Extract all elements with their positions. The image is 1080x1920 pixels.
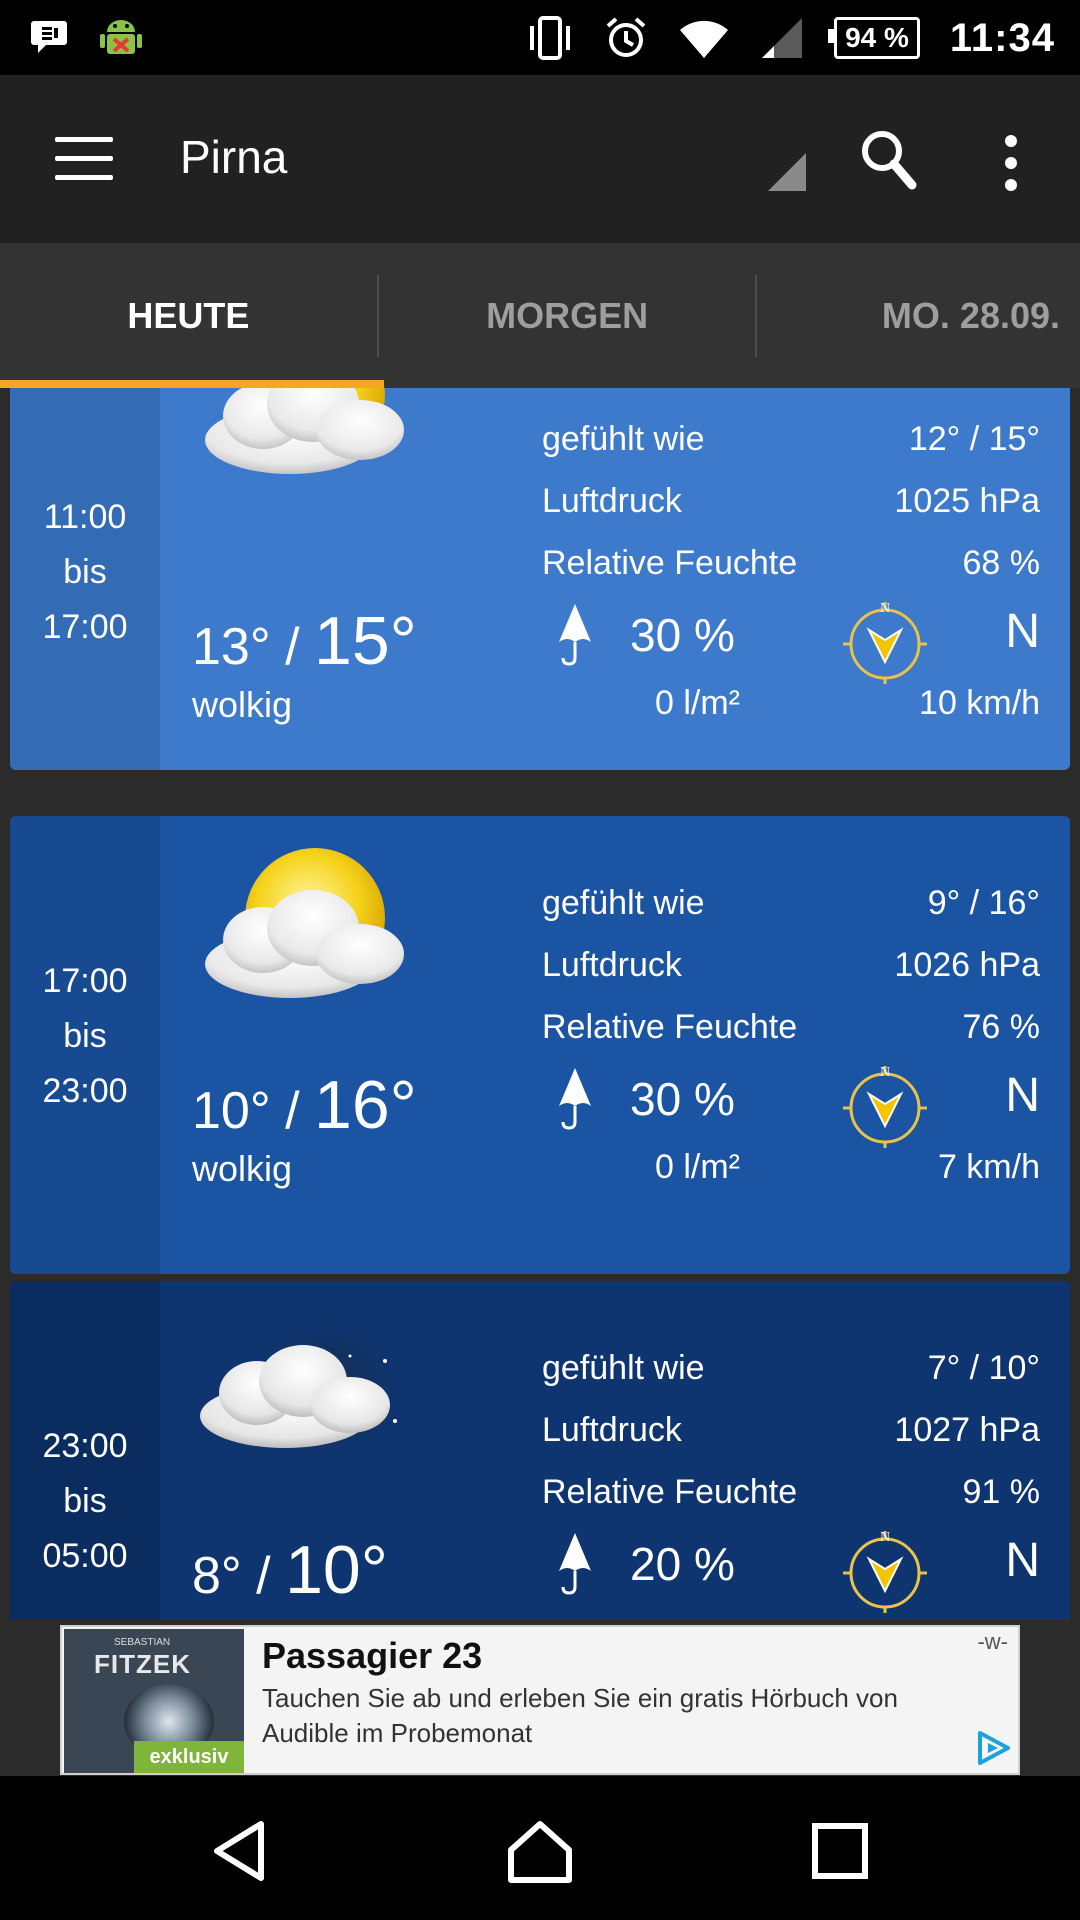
forecast-period-card[interactable]: 23:00 bis 05:00 8° / 10° gefühlt wie 7° … [10,1281,1070,1620]
ad-cover-author: FITZEK [94,1649,191,1679]
city-dropdown-icon[interactable] [768,153,806,191]
pressure-label: Luftdruck [542,1411,682,1449]
svg-text:N: N [880,1530,890,1545]
felt-value: 9° / 16° [927,884,1040,922]
pressure-value: 1027 hPa [894,1411,1040,1449]
humidity-value: 76 % [962,1008,1041,1046]
compass-icon: N [843,1530,927,1613]
recents-icon[interactable] [805,1816,875,1886]
ad-marker: -w- [977,1629,1008,1654]
felt-value: 7° / 10° [927,1349,1040,1387]
wind-speed: 10 km/h [919,684,1040,722]
status-bar: 94 % 11:34 [0,0,1080,75]
temperature-range: 13° / 15° [192,603,417,679]
period-to: 05:00 [42,1537,128,1575]
period-bis: bis [63,553,107,591]
wifi-icon [680,20,729,58]
ad-cover-ribbon: exklusiv [134,1741,244,1773]
forecast-period-card[interactable]: 17:00 bis 23:00 10° / 16° wolkig gefühlt… [10,816,1070,1274]
svg-text:N: N [880,1065,890,1080]
partly-cloudy-sun-icon [185,388,445,502]
rain-probability: 30 % [630,1073,735,1125]
umbrella-icon [559,1068,591,1130]
humidity-value: 68 % [962,544,1041,582]
humidity-label: Relative Feuchte [542,1008,798,1046]
pressure-value: 1026 hPa [894,946,1040,984]
search-icon[interactable] [858,127,918,191]
signal-icon [762,18,803,58]
ad-book-cover[interactable]: SEBASTIAN FITZEK exklusiv [64,1629,244,1773]
app-bar: Pirna [0,75,1080,243]
clock: 11:34 [949,15,1055,60]
battery-indicator: 94 % [828,17,920,59]
svg-text:N: N [880,601,890,616]
pressure-value: 1025 hPa [894,482,1040,520]
period-bis: bis [63,1017,107,1055]
ad-banner[interactable]: SEBASTIAN FITZEK exklusiv Passagier 23 T… [60,1625,1020,1775]
status-left-icons [30,14,144,60]
ad-text[interactable]: Tauchen Sie ab und erleben Sie ein grati… [262,1681,942,1751]
status-right: 94 % 11:34 [526,10,1055,66]
period-bis: bis [63,1482,107,1520]
rain-probability: 30 % [630,609,735,661]
day-tabs: HEUTE MORGEN MO. 28.09. [0,243,1080,388]
more-options-icon[interactable] [1005,135,1019,191]
condition-text: wolkig [192,1148,293,1189]
compass-icon: N [843,1065,927,1148]
umbrella-icon [559,604,591,666]
home-icon[interactable] [505,1816,575,1886]
partly-cloudy-sun-icon [185,836,445,1026]
tab-mo-28-09[interactable]: MO. 28.09. [757,243,1080,388]
felt-label: gefühlt wie [542,1349,705,1387]
wind-direction: N [1005,1534,1040,1587]
wind-direction: N [1005,1069,1040,1122]
felt-value: 12° / 15° [908,420,1040,458]
message-icon [31,21,67,53]
vibrate-icon [530,16,571,60]
pressure-label: Luftdruck [542,946,682,984]
forecast-list[interactable]: 11:00 bis 17:00 13° / 15° wolkig gefühlt… [0,388,1080,1620]
tab-morgen[interactable]: MORGEN [379,243,756,388]
temperature-range: 10° / 16° [192,1067,417,1143]
alarm-icon [606,17,646,57]
felt-label: gefühlt wie [542,420,705,458]
period-from: 23:00 [42,1427,128,1465]
android-debug-icon [100,20,142,54]
adchoices-icon[interactable] [974,1729,1012,1767]
tab-heute[interactable]: HEUTE [0,243,384,388]
pressure-label: Luftdruck [542,482,682,520]
rain-probability: 20 % [630,1538,735,1590]
period-from: 17:00 [42,962,128,1000]
humidity-value: 91 % [962,1473,1041,1511]
umbrella-icon [559,1533,591,1595]
wind-speed: 7 km/h [937,1148,1040,1186]
city-title[interactable]: Pirna [180,130,287,184]
menu-icon[interactable] [55,137,113,181]
humidity-label: Relative Feuchte [542,1473,798,1511]
rain-amount: 0 l/m² [655,1148,740,1186]
rain-amount: 0 l/m² [655,684,740,722]
back-icon[interactable] [205,1816,275,1886]
forecast-period-card[interactable]: 11:00 bis 17:00 13° / 15° wolkig gefühlt… [10,388,1070,770]
wind-direction: N [1005,605,1040,658]
period-to: 17:00 [42,608,128,646]
humidity-label: Relative Feuchte [542,544,798,582]
navigation-bar [0,1776,1080,1920]
ad-title[interactable]: Passagier 23 [262,1635,482,1677]
ad-cover-author-first: SEBASTIAN [114,1637,171,1648]
compass-icon: N [843,601,927,684]
period-from: 11:00 [43,498,127,536]
condition-text: wolkig [192,684,293,725]
temperature-range: 8° / 10° [192,1532,388,1608]
felt-label: gefühlt wie [542,884,705,922]
partly-cloudy-moon-icon [185,1301,445,1491]
period-to: 23:00 [42,1072,128,1110]
